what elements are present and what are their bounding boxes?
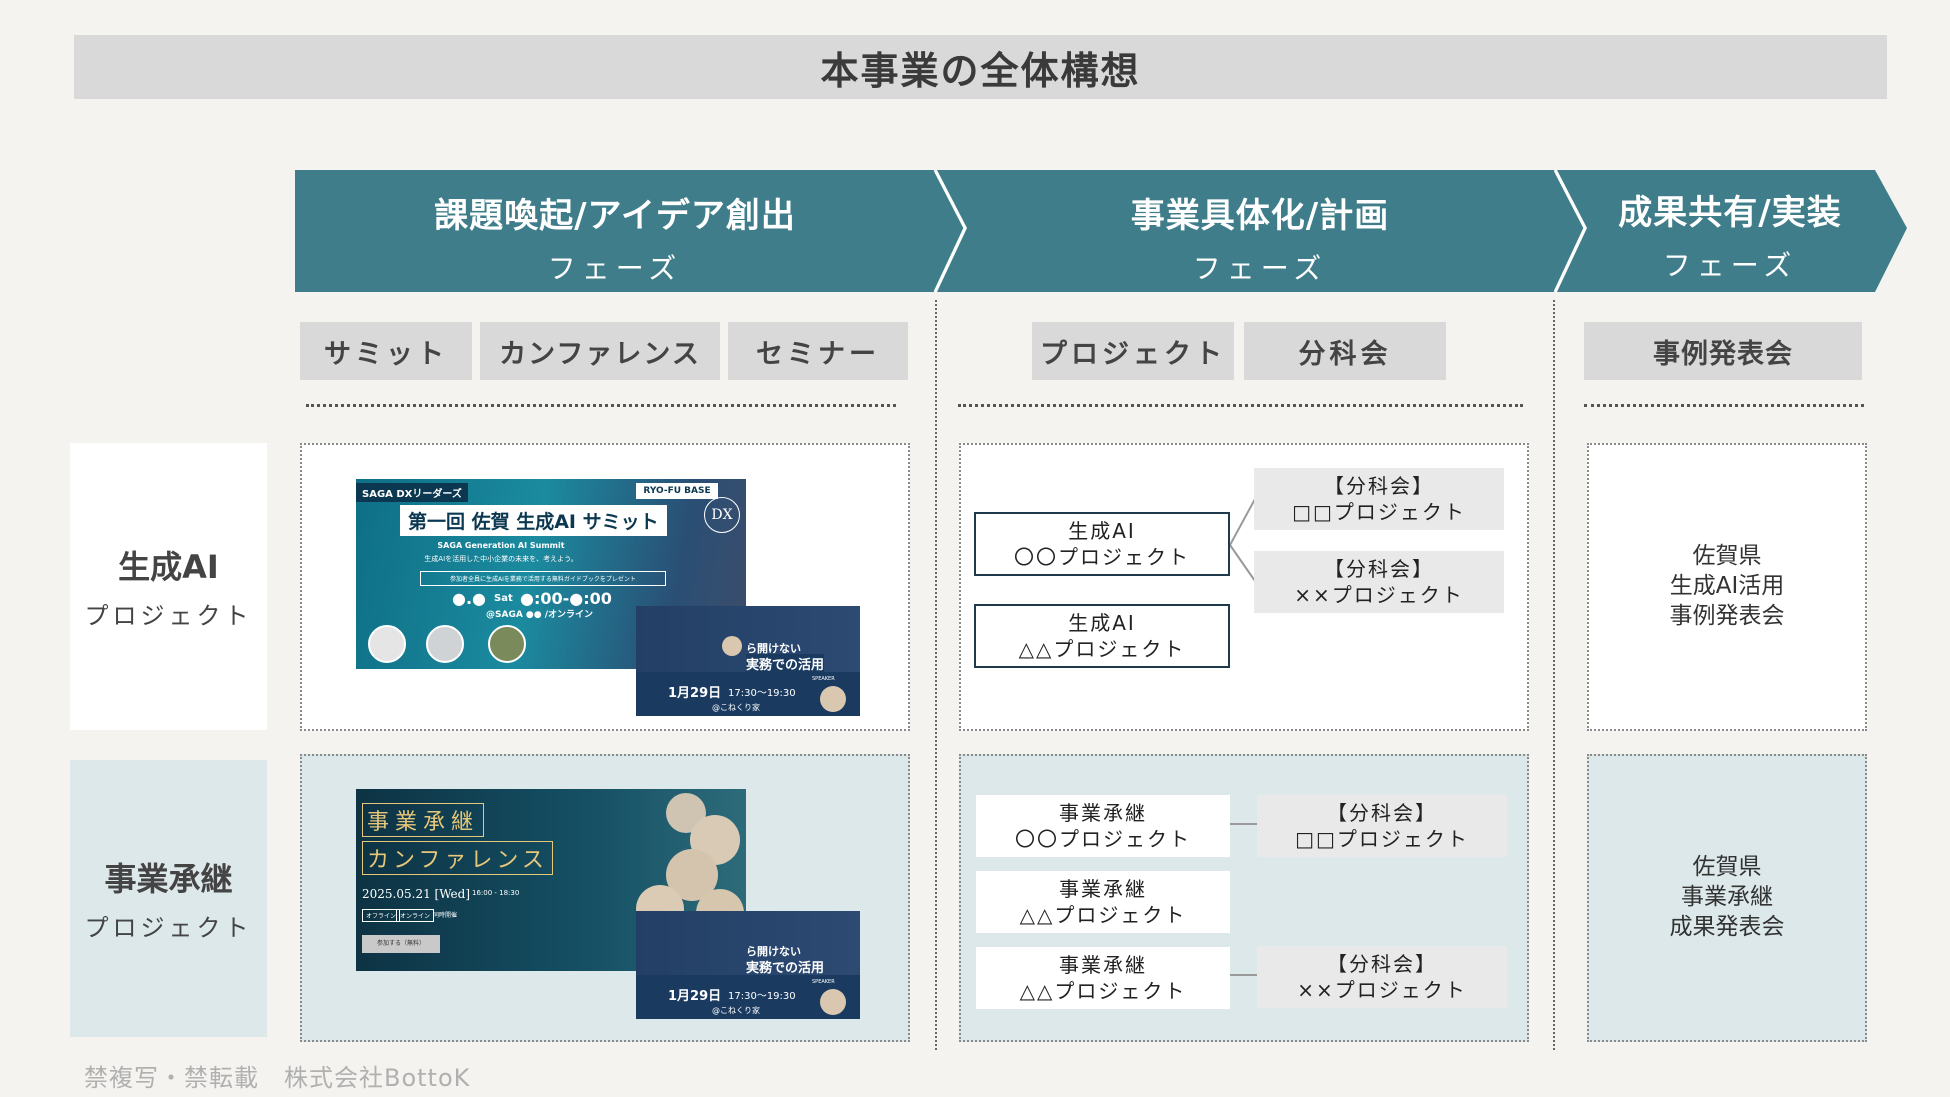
case-presentation-succession: 佐賀県 事業承継 成果発表会 bbox=[1587, 754, 1867, 1042]
biz-project-1-line1: 事業承継 bbox=[1059, 801, 1147, 825]
ai-subcommittee-2: 【分科会】 ××プロジェクト bbox=[1254, 551, 1504, 613]
biz-project-2-line2: △△プロジェクト bbox=[1019, 903, 1187, 927]
case-ai-line2: 生成AI活用 bbox=[1669, 573, 1785, 600]
ai-project-2: 生成AI △△プロジェクト bbox=[974, 604, 1230, 668]
case-ai-line1: 佐賀県 bbox=[1692, 543, 1762, 570]
case-biz-line3: 成果発表会 bbox=[1669, 913, 1785, 940]
biz-project-1-line2: 〇〇プロジェクト bbox=[1015, 827, 1191, 851]
biz-subcommittee-1: 【分科会】 □□プロジェクト bbox=[1257, 795, 1507, 857]
ai-subcommittee-2-line2: ××プロジェクト bbox=[1294, 583, 1464, 607]
biz-subcommittee-2-line1: 【分科会】 bbox=[1327, 952, 1437, 976]
ai-project-1: 生成AI 〇〇プロジェクト bbox=[974, 512, 1230, 576]
connector-ai-lower bbox=[1229, 544, 1256, 582]
connector-ai-upper bbox=[1229, 498, 1256, 546]
case-ai-line3: 事例発表会 bbox=[1669, 602, 1785, 629]
biz-project-3-line1: 事業承継 bbox=[1059, 953, 1147, 977]
biz-project-2: 事業承継 △△プロジェクト bbox=[976, 871, 1230, 933]
copyright-footer: 禁複写・禁転載 株式会社BottoK bbox=[84, 1064, 471, 1092]
biz-subcommittee-2: 【分科会】 ××プロジェクト bbox=[1257, 946, 1507, 1008]
ai-subcommittee-2-line1: 【分科会】 bbox=[1324, 557, 1434, 581]
biz-subcommittee-1-line1: 【分科会】 bbox=[1327, 801, 1437, 825]
ai-project-2-line2: △△プロジェクト bbox=[1018, 637, 1186, 661]
case-biz-line2: 事業承継 bbox=[1681, 884, 1773, 911]
ai-subcommittee-1: 【分科会】 □□プロジェクト bbox=[1254, 468, 1504, 530]
ai-subcommittee-1-line1: 【分科会】 bbox=[1324, 474, 1434, 498]
biz-subcommittee-2-line2: ××プロジェクト bbox=[1297, 978, 1467, 1002]
biz-project-2-line1: 事業承継 bbox=[1059, 877, 1147, 901]
biz-project-3-line2: △△プロジェクト bbox=[1019, 979, 1187, 1003]
ai-project-2-line1: 生成AI bbox=[1068, 611, 1136, 635]
biz-subcommittee-1-line2: □□プロジェクト bbox=[1295, 827, 1469, 851]
ai-project-1-line2: 〇〇プロジェクト bbox=[1014, 545, 1190, 569]
biz-project-1: 事業承継 〇〇プロジェクト bbox=[976, 795, 1230, 857]
ai-subcommittee-1-line2: □□プロジェクト bbox=[1292, 500, 1466, 524]
case-presentation-ai: 佐賀県 生成AI活用 事例発表会 bbox=[1587, 443, 1867, 731]
biz-project-3: 事業承継 △△プロジェクト bbox=[976, 947, 1230, 1009]
ai-project-1-line1: 生成AI bbox=[1068, 519, 1136, 543]
case-biz-line1: 佐賀県 bbox=[1692, 854, 1762, 881]
